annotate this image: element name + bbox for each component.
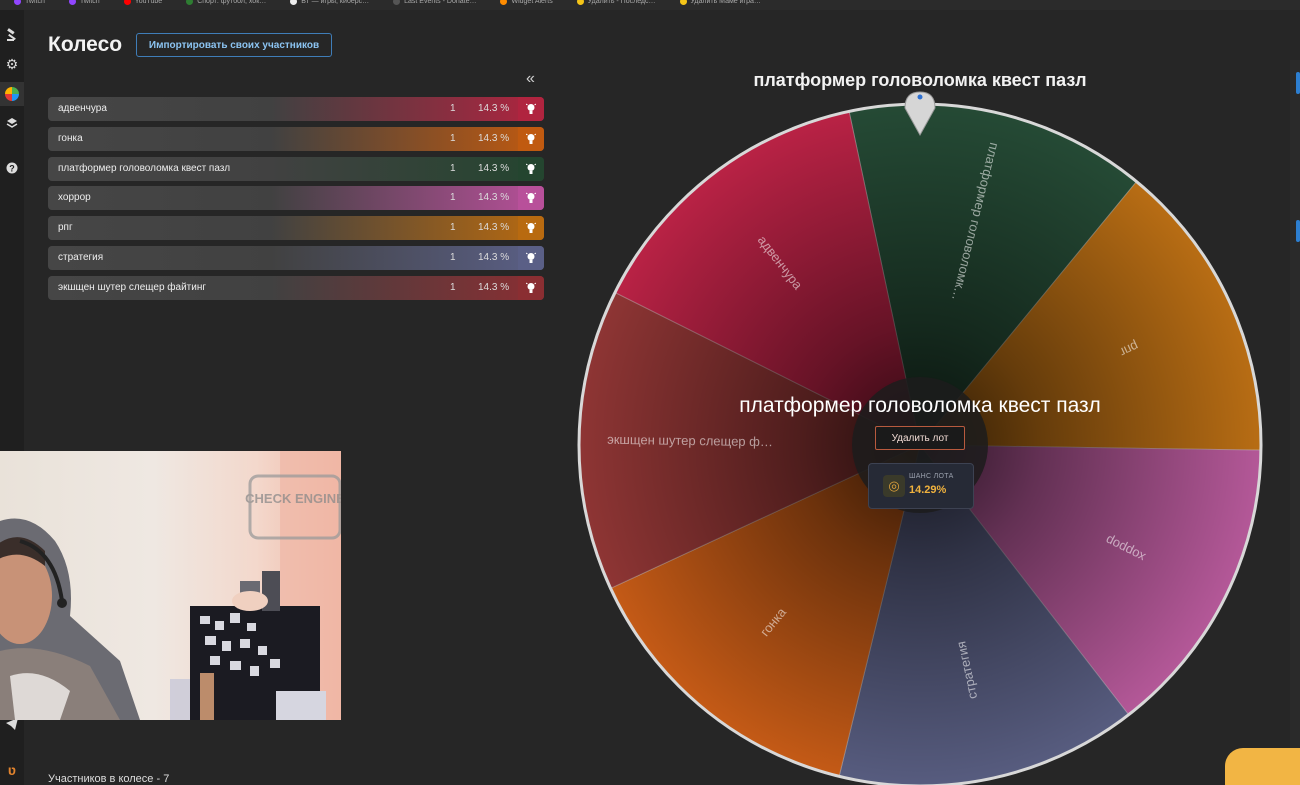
wheel-segment-label: экшщен шутер слещер ф… <box>607 432 773 449</box>
chance-label: ШАНС ЛОТА <box>909 473 954 480</box>
right-edge-tab[interactable] <box>1296 220 1300 242</box>
lot-chance-card: ◎ ШАНС ЛОТА 14.29% <box>868 463 974 509</box>
wheel[interactable]: платформер головоломк…рпгхоррорстратегия… <box>0 0 1300 785</box>
right-edge-panel <box>1290 60 1300 785</box>
chance-value: 14.29% <box>909 484 947 496</box>
right-edge-tab[interactable] <box>1296 72 1300 94</box>
wheel-winner-title: платформер головоломка квест пазл <box>753 70 1087 90</box>
target-icon: ◎ <box>883 475 905 497</box>
doge-mascot <box>1225 748 1300 785</box>
wheel-center-text: платформер головоломка квест пазл <box>739 394 1101 417</box>
delete-lot-button[interactable]: Удалить лот <box>875 426 965 450</box>
